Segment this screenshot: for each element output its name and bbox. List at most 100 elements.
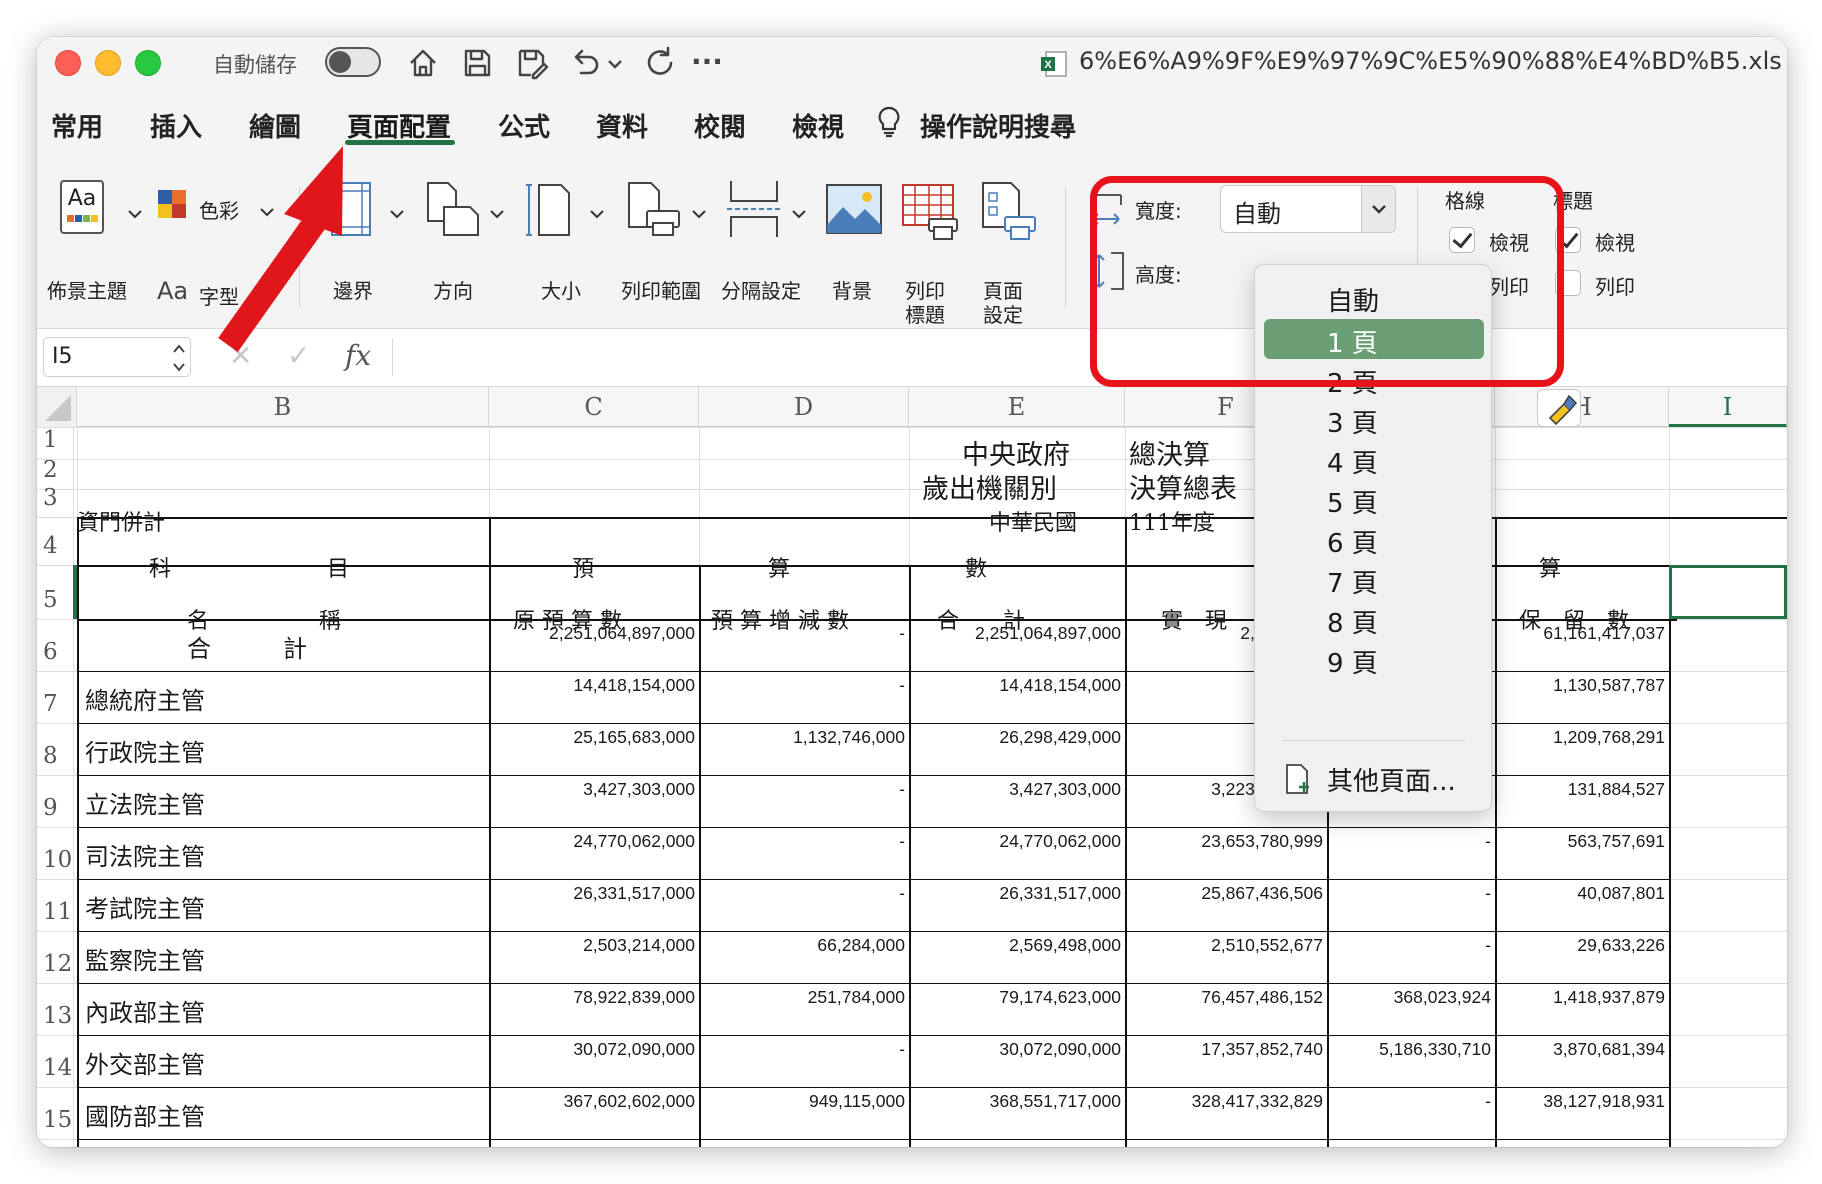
- cell-original-budget[interactable]: 30,072,090,000: [489, 1039, 695, 1060]
- format-painter-icon[interactable]: [1537, 389, 1581, 427]
- minimize-window-button[interactable]: [95, 50, 121, 76]
- cell-budget-change[interactable]: -: [699, 623, 905, 644]
- cell-original-budget[interactable]: 78,922,839,000: [489, 987, 695, 1008]
- cell-col-g[interactable]: -: [1327, 1091, 1491, 1112]
- print-area-icon[interactable]: [625, 181, 683, 239]
- cell-reserved[interactable]: 1,209,768,291: [1495, 727, 1665, 748]
- cell-reserved[interactable]: 61,161,417,037: [1495, 623, 1665, 644]
- colors-chevron-icon[interactable]: [259, 203, 275, 217]
- tab-view[interactable]: 檢視: [792, 107, 844, 144]
- cell-total[interactable]: 26,298,429,000: [909, 727, 1121, 748]
- page-setup-label-line2[interactable]: 設定: [983, 299, 1023, 328]
- themes-chevron-icon[interactable]: [127, 205, 143, 219]
- row-name-cell[interactable]: 國防部主管: [85, 1097, 205, 1132]
- save-icon[interactable]: [457, 43, 497, 83]
- cell-budget-change[interactable]: 1,132,746,000: [699, 727, 905, 748]
- tab-insert[interactable]: 插入: [150, 107, 202, 144]
- menu-item-6-pages[interactable]: 6 頁: [1255, 519, 1491, 559]
- cell-reserved[interactable]: 563,757,691: [1495, 831, 1665, 852]
- cell-col-g[interactable]: -: [1327, 831, 1491, 852]
- fonts-icon[interactable]: Aa: [157, 277, 188, 305]
- name-box-stepper-icon[interactable]: [172, 340, 186, 376]
- background-label[interactable]: 背景: [832, 275, 872, 304]
- cell-original-budget[interactable]: 25,165,683,000: [489, 727, 695, 748]
- column-header-H[interactable]: H: [1495, 387, 1669, 427]
- cell-original-budget[interactable]: 24,770,062,000: [489, 831, 695, 852]
- cancel-icon[interactable]: ✕: [229, 339, 252, 372]
- cell-reserved[interactable]: 1,130,587,787: [1495, 675, 1665, 696]
- cell-budget-change[interactable]: 949,115,000: [699, 1091, 905, 1112]
- row-header-6[interactable]: 6: [37, 639, 73, 665]
- cell-reserved[interactable]: 1,418,937,879: [1495, 987, 1665, 1008]
- menu-item-9-pages[interactable]: 9 頁: [1255, 639, 1491, 679]
- cell-budget-change[interactable]: -: [699, 779, 905, 800]
- cell-reserved[interactable]: 38,127,918,931: [1495, 1091, 1665, 1112]
- tab-data[interactable]: 資料: [596, 107, 648, 144]
- cell-col-g[interactable]: 368,023,924: [1327, 987, 1491, 1008]
- row-header-7[interactable]: 7: [37, 691, 73, 717]
- colors-label[interactable]: 色彩: [199, 195, 239, 224]
- cell-total[interactable]: 30,072,090,000: [909, 1039, 1121, 1060]
- cell-actual[interactable]: 328,417,332,829: [1125, 1091, 1323, 1112]
- themes-button[interactable]: Aa: [59, 179, 105, 235]
- cell-budget-change[interactable]: -: [699, 883, 905, 904]
- name-box[interactable]: I5: [43, 337, 191, 377]
- row-name-cell[interactable]: 外交部主管: [85, 1045, 205, 1080]
- row-name-cell[interactable]: 內政部主管: [85, 993, 205, 1028]
- cell-budget-change[interactable]: -13,385,149,000: [699, 1143, 905, 1147]
- row-name-cell[interactable]: 總統府主管: [85, 681, 205, 716]
- row-header-10[interactable]: 10: [37, 847, 73, 873]
- tab-review[interactable]: 校閱: [694, 107, 746, 144]
- row-header-4[interactable]: 4: [37, 533, 73, 559]
- cell-total[interactable]: 26,331,517,000: [909, 883, 1121, 904]
- enter-icon[interactable]: ✓: [287, 339, 310, 372]
- cell-total[interactable]: 2,569,498,000: [909, 935, 1121, 956]
- cell-original-budget[interactable]: 173,174,781,000: [489, 1143, 695, 1147]
- close-window-button[interactable]: [55, 50, 81, 76]
- select-all-corner[interactable]: [37, 387, 77, 427]
- row-header-15[interactable]: 15: [37, 1107, 73, 1133]
- size-icon[interactable]: [525, 181, 573, 237]
- cell-original-budget[interactable]: 14,418,154,000: [489, 675, 695, 696]
- row-header-2[interactable]: 2: [37, 457, 73, 483]
- print-titles-label-line2[interactable]: 標題: [905, 299, 945, 328]
- margins-icon[interactable]: [330, 181, 372, 237]
- cell-actual[interactable]: 17,357,852,740: [1125, 1039, 1323, 1060]
- menu-item-3-pages[interactable]: 3 頁: [1255, 399, 1491, 439]
- row-header-13[interactable]: 13: [37, 1003, 73, 1029]
- tab-formulas[interactable]: 公式: [498, 107, 550, 144]
- tab-page-layout[interactable]: 頁面配置: [347, 107, 451, 144]
- row-name-cell[interactable]: 立法院主管: [85, 785, 205, 820]
- zoom-window-button[interactable]: [135, 50, 161, 76]
- size-chevron-icon[interactable]: [589, 205, 605, 219]
- column-header-I[interactable]: I: [1669, 387, 1787, 427]
- cell-original-budget[interactable]: 26,331,517,000: [489, 883, 695, 904]
- fonts-label[interactable]: 字型: [199, 281, 239, 310]
- worksheet-grid[interactable]: B C D E F H I 123456789101112131415 中央政府…: [37, 387, 1787, 1147]
- cell-budget-change[interactable]: 251,784,000: [699, 987, 905, 1008]
- cell-total[interactable]: 368,551,717,000: [909, 1091, 1121, 1112]
- undo-dropdown-chevron-icon[interactable]: [603, 43, 627, 83]
- cell-reserved[interactable]: 40,087,801: [1495, 883, 1665, 904]
- tab-tell-me[interactable]: 操作說明搜尋: [920, 107, 1076, 144]
- cell-actual[interactable]: 76,457,486,152: [1125, 987, 1323, 1008]
- cell-original-budget[interactable]: 2,503,214,000: [489, 935, 695, 956]
- menu-item-5-pages[interactable]: 5 頁: [1255, 479, 1491, 519]
- cell-reserved[interactable]: 131,884,527: [1495, 779, 1665, 800]
- home-icon[interactable]: [403, 43, 443, 83]
- tab-draw[interactable]: 繪圖: [249, 107, 301, 144]
- cell-original-budget[interactable]: 367,602,602,000: [489, 1091, 695, 1112]
- menu-item-4-pages[interactable]: 4 頁: [1255, 439, 1491, 479]
- column-header-D[interactable]: D: [699, 387, 909, 427]
- row-name-cell[interactable]: 合 計: [187, 629, 307, 664]
- breaks-icon[interactable]: [725, 179, 783, 239]
- background-icon[interactable]: [825, 183, 883, 235]
- margins-chevron-icon[interactable]: [389, 205, 405, 219]
- cell-total[interactable]: 2,251,064,897,000: [909, 623, 1121, 644]
- column-header-E[interactable]: E: [909, 387, 1125, 427]
- cell-col-g[interactable]: 5,186,330,710: [1327, 1039, 1491, 1060]
- print-area-chevron-icon[interactable]: [691, 205, 707, 219]
- page-setup-icon[interactable]: [981, 181, 1037, 241]
- more-commands-icon[interactable]: ···: [691, 45, 735, 85]
- row-name-cell[interactable]: 行政院主管: [85, 733, 205, 768]
